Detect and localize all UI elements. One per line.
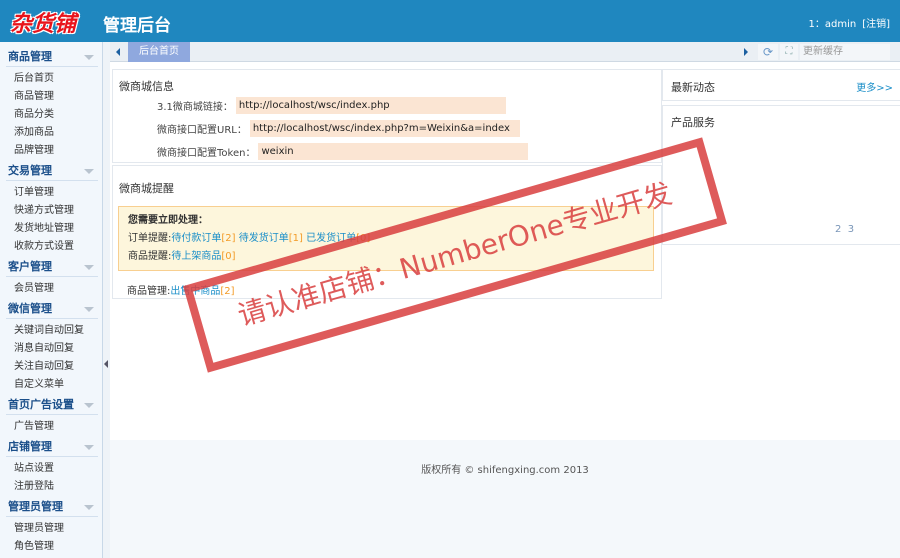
- sidebar-item[interactable]: 快递方式管理: [0, 202, 102, 220]
- goods-remind: 商品提醒:待上架商品[0]: [128, 248, 644, 266]
- count: [0]: [356, 233, 371, 244]
- sidebar-item[interactable]: 商品管理: [0, 88, 102, 106]
- sidebar-group-title: 首页广告设置: [8, 398, 74, 411]
- sidebar-item[interactable]: 自定义菜单: [0, 376, 102, 394]
- chevron-down-icon: [84, 445, 94, 450]
- tab-scroll-right-icon[interactable]: [744, 48, 748, 56]
- sidebar-group-header[interactable]: 店铺管理: [6, 437, 98, 457]
- sidebar-group-header[interactable]: 客户管理: [6, 257, 98, 277]
- user-info: 1：admin [注销]: [802, 15, 890, 30]
- tab-bar: 后台首页 ⟳ ⛶ 更新缓存: [110, 42, 900, 62]
- sidebar-item[interactable]: 订单管理: [0, 184, 102, 202]
- sidebar: 商品管理 后台首页 商品管理 商品分类 添加商品 品牌管理 交易管理 订单管理 快递方式管理 发货…: [0, 42, 103, 558]
- sidebar-item[interactable]: 消息自动回复: [0, 340, 102, 358]
- page-link[interactable]: 2: [835, 224, 841, 235]
- sidebar-item[interactable]: 会员管理: [0, 280, 102, 298]
- count: [1]: [288, 233, 303, 244]
- goods-manage: 商品管理:出售中商品[2]: [127, 282, 235, 297]
- shipped-link[interactable]: 已发货订单: [306, 233, 356, 244]
- sidebar-group-header[interactable]: 交易管理: [6, 161, 98, 181]
- on-sale-link[interactable]: 出售中商品: [170, 286, 220, 297]
- info-value[interactable]: http://localhost/wsc/index.php?m=Weixin&…: [249, 120, 520, 137]
- count: [2]: [221, 233, 236, 244]
- sidebar-item[interactable]: 管理员管理: [0, 520, 102, 538]
- sidebar-group-title: 交易管理: [8, 164, 52, 177]
- chevron-down-icon: [84, 307, 94, 312]
- chevron-down-icon: [84, 403, 94, 408]
- tab-scroll-left-icon[interactable]: [116, 48, 120, 56]
- tab-home[interactable]: 后台首页: [128, 42, 190, 62]
- update-cache-button[interactable]: 更新缓存: [800, 44, 890, 60]
- collapse-arrow-icon: [104, 360, 108, 368]
- chevron-down-icon: [84, 265, 94, 270]
- goods-manage-label: 商品管理:: [127, 286, 171, 297]
- sidebar-group-header[interactable]: 管理员管理: [6, 497, 98, 517]
- sidebar-item[interactable]: 添加商品: [0, 124, 102, 142]
- main-content: 微商城信息 3.1微商城链接： http://localhost/wsc/inde…: [110, 63, 900, 440]
- info-row: 微商接口配置Token： weixin: [157, 143, 529, 160]
- service-panel: 产品服务 2 3: [662, 105, 900, 245]
- logo: 杂货铺: [10, 12, 77, 37]
- info-label: 3.1微商城链接：: [157, 102, 233, 113]
- sidebar-group-title: 客户管理: [8, 260, 52, 273]
- sidebar-group-header[interactable]: 首页广告设置: [6, 395, 98, 415]
- sidebar-collapse-toggle[interactable]: [103, 42, 110, 558]
- sidebar-item[interactable]: 角色管理: [0, 538, 102, 556]
- chevron-down-icon: [84, 505, 94, 510]
- sidebar-group-title: 店铺管理: [8, 440, 52, 453]
- page-link[interactable]: 3: [848, 224, 854, 235]
- count: [2]: [220, 286, 235, 297]
- sidebar-item[interactable]: 注册登陆: [0, 478, 102, 496]
- pending-listing-link[interactable]: 待上架商品: [171, 251, 221, 262]
- remind-panel: 微商城提醒 您需要立即处理： 订单提醒:待付款订单[2] 待发货订单[1] 已发…: [112, 165, 662, 299]
- sidebar-item[interactable]: 站点设置: [0, 460, 102, 478]
- info-label: 微商接口配置URL：: [157, 125, 247, 136]
- pending-shipment-link[interactable]: 待发货订单: [239, 233, 289, 244]
- goods-remind-label: 商品提醒:: [128, 251, 172, 262]
- chevron-down-icon: [84, 169, 94, 174]
- remind-box: 您需要立即处理： 订单提醒:待付款订单[2] 待发货订单[1] 已发货订单[0]…: [118, 206, 654, 271]
- news-panel: 最新动态 更多>>: [662, 69, 900, 101]
- sidebar-item[interactable]: 后台首页: [0, 70, 102, 88]
- pending-payment-link[interactable]: 待付款订单: [171, 233, 221, 244]
- chevron-down-icon: [84, 55, 94, 60]
- pagination: 2 3: [835, 224, 854, 235]
- sidebar-group-header[interactable]: 微信管理: [6, 299, 98, 319]
- sidebar-item[interactable]: 关键词自动回复: [0, 322, 102, 340]
- info-row: 微商接口配置URL： http://localhost/wsc/index.php…: [157, 120, 520, 137]
- sidebar-group-title: 微信管理: [8, 302, 52, 315]
- footer: 版权所有 © shifengxing.com 2013: [110, 440, 900, 558]
- remind-title: 微商城提醒: [119, 182, 174, 195]
- count: [0]: [221, 251, 236, 262]
- logout-link[interactable]: [注销]: [862, 19, 890, 30]
- sidebar-group-title: 商品管理: [8, 50, 52, 63]
- sidebar-item[interactable]: 品牌管理: [0, 142, 102, 160]
- info-label: 微商接口配置Token：: [157, 148, 256, 159]
- sidebar-item[interactable]: 收款方式设置: [0, 238, 102, 256]
- app-title: 管理后台: [103, 16, 171, 36]
- header: 杂货铺 管理后台 1：admin [注销]: [0, 0, 900, 42]
- service-title: 产品服务: [671, 116, 715, 129]
- sidebar-item[interactable]: 发货地址管理: [0, 220, 102, 238]
- fullscreen-icon[interactable]: ⛶: [780, 44, 798, 60]
- refresh-icon[interactable]: ⟳: [758, 44, 778, 60]
- sidebar-item[interactable]: 关注自动回复: [0, 358, 102, 376]
- order-remind: 订单提醒:待付款订单[2] 待发货订单[1] 已发货订单[0]: [128, 230, 644, 248]
- news-title: 最新动态: [671, 81, 715, 94]
- info-title: 微商城信息: [119, 80, 174, 93]
- sidebar-group-title: 管理员管理: [8, 500, 63, 513]
- info-row: 3.1微商城链接： http://localhost/wsc/index.php: [157, 97, 506, 114]
- sidebar-group-header[interactable]: 商品管理: [6, 47, 98, 67]
- more-link[interactable]: 更多>>: [856, 79, 893, 94]
- order-remind-label: 订单提醒:: [128, 233, 172, 244]
- info-value[interactable]: weixin: [258, 143, 529, 160]
- remind-heading: 您需要立即处理：: [128, 215, 208, 226]
- sidebar-item[interactable]: 广告管理: [0, 418, 102, 436]
- info-panel: 微商城信息 3.1微商城链接： http://localhost/wsc/inde…: [112, 69, 662, 163]
- info-value[interactable]: http://localhost/wsc/index.php: [235, 97, 506, 114]
- username: 1：admin: [808, 19, 857, 30]
- sidebar-item[interactable]: 商品分类: [0, 106, 102, 124]
